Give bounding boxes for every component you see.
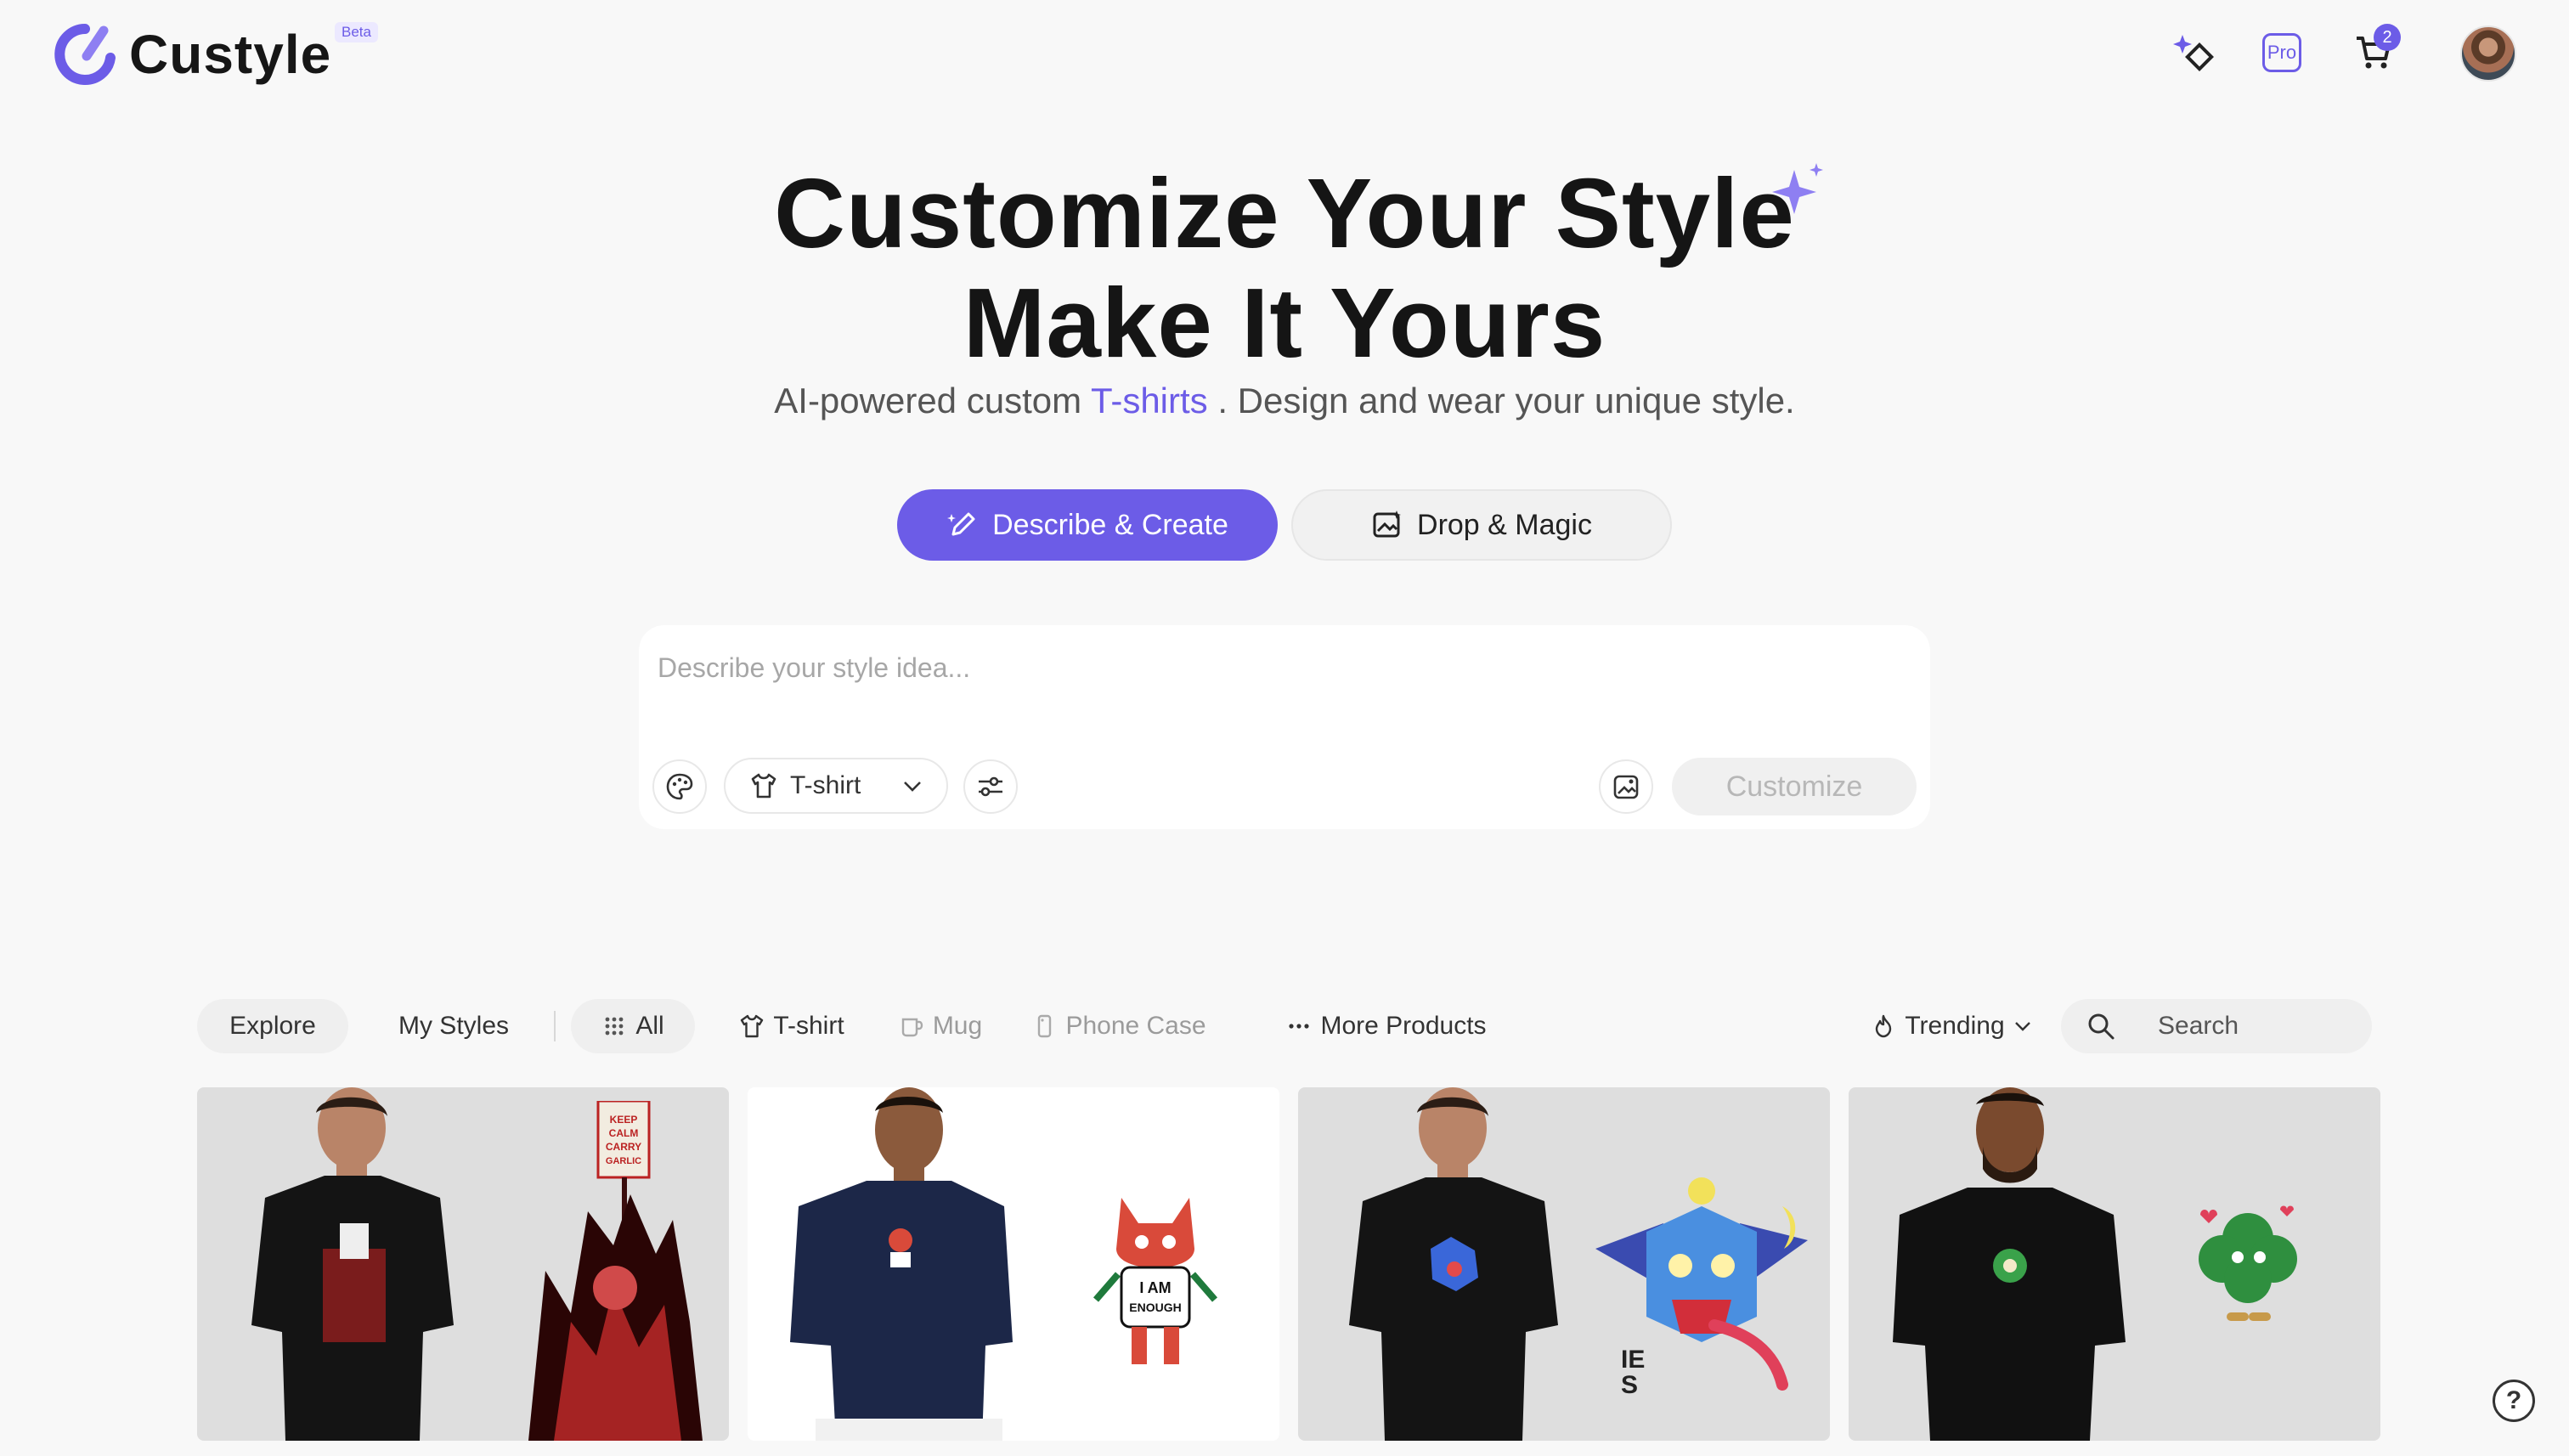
cart-button[interactable]: 2: [2346, 24, 2401, 80]
design-artwork: IE S: [1595, 1177, 1808, 1399]
describe-create-label: Describe & Create: [992, 508, 1228, 541]
subtitle-product-link[interactable]: T-shirts: [1091, 381, 1208, 420]
design-artwork: [2199, 1205, 2297, 1321]
filter-all[interactable]: All: [571, 999, 695, 1053]
subtitle-pre: AI-powered custom: [774, 381, 1091, 420]
filter-tshirt-label: T-shirt: [773, 1012, 844, 1040]
magic-sparkle-button[interactable]: [2166, 25, 2221, 80]
tab-explore[interactable]: Explore: [197, 999, 348, 1053]
hero-title-line2: Make It Yours: [963, 268, 1606, 378]
chevron-down-icon: [2014, 1022, 2030, 1031]
magic-sparkle-icon: [2173, 35, 2214, 71]
design-artwork: KEEP CALM CARRY GARLIC: [528, 1101, 703, 1441]
svg-text:KEEP: KEEP: [610, 1114, 638, 1126]
brand-name: Custyle: [129, 24, 332, 85]
gallery-search[interactable]: Search: [2061, 999, 2372, 1053]
svg-text:I AM: I AM: [1139, 1279, 1171, 1296]
avatar[interactable]: [2460, 25, 2516, 82]
tab-my-styles[interactable]: My Styles: [377, 999, 530, 1053]
style-idea-input[interactable]: [658, 642, 1847, 693]
model-photo: [1349, 1087, 1558, 1441]
search-placeholder: Search: [2158, 1012, 2239, 1040]
settings-sliders-button[interactable]: [963, 759, 1018, 814]
help-button[interactable]: ?: [2493, 1380, 2535, 1422]
image-upload-icon: [1613, 775, 1639, 799]
filter-tshirt[interactable]: T-shirt: [707, 999, 877, 1053]
pro-icon: Pro: [2262, 33, 2301, 72]
cart-count-badge: 2: [2374, 24, 2401, 51]
svg-text:S: S: [1621, 1371, 1638, 1399]
hero-title-line1: Customize Your Style: [774, 158, 1795, 268]
design-card[interactable]: KEEP CALM CARRY GARLIC: [197, 1087, 729, 1441]
phone-case-icon: [1038, 1014, 1052, 1038]
describe-create-button[interactable]: Describe & Create: [897, 489, 1278, 561]
model-photo: [790, 1087, 1013, 1441]
palette-icon: [666, 773, 693, 800]
svg-text:CARRY: CARRY: [606, 1141, 641, 1153]
design-card[interactable]: IE S: [1298, 1087, 1830, 1441]
beta-badge: Beta: [335, 22, 378, 42]
logo-mark-icon: [54, 24, 116, 85]
pen-sparkle-icon: [947, 512, 975, 536]
style-palette-button[interactable]: [652, 759, 707, 814]
hero-subtitle: AI-powered custom T-shirts . Design and …: [0, 381, 2569, 421]
subtitle-post: . Design and wear your unique style.: [1207, 381, 1795, 420]
design-card[interactable]: [1849, 1087, 2380, 1441]
filter-more-products[interactable]: More Products: [1251, 999, 1522, 1053]
chevron-down-icon: [904, 782, 921, 792]
model-photo: [1893, 1087, 2126, 1441]
upload-image-button[interactable]: [1599, 759, 1653, 814]
divider: [554, 1011, 556, 1041]
svg-text:GARLIC: GARLIC: [606, 1156, 641, 1166]
product-type-select[interactable]: T-shirt: [724, 758, 948, 814]
svg-text:IE: IE: [1621, 1346, 1645, 1374]
filter-all-label: All: [635, 1012, 664, 1040]
filter-more-label: More Products: [1320, 1012, 1487, 1040]
sliders-icon: [979, 776, 1002, 797]
filter-phone-case-label: Phone Case: [1065, 1012, 1206, 1040]
grid-dots-icon: [605, 1017, 624, 1036]
search-icon: [2088, 1013, 2114, 1040]
filter-mug-label: Mug: [932, 1012, 983, 1040]
svg-text:ENOUGH: ENOUGH: [1129, 1301, 1181, 1314]
pro-button[interactable]: Pro: [2255, 25, 2309, 80]
explore-toolbar: Explore My Styles All T-shirt Mug Phone …: [197, 999, 2372, 1053]
sort-label: Trending: [1905, 1012, 2005, 1040]
brand-logo[interactable]: Custyle: [53, 22, 331, 87]
sparkle-icon: [1772, 163, 1823, 214]
customize-button[interactable]: Customize: [1672, 758, 1917, 815]
tshirt-icon: [751, 773, 776, 799]
svg-text:CALM: CALM: [609, 1127, 639, 1139]
filter-mug[interactable]: Mug: [877, 999, 1004, 1053]
prompt-panel: T-shirt Customize: [639, 625, 1930, 829]
product-type-value: T-shirt: [790, 771, 861, 799]
model-photo: [251, 1087, 454, 1441]
drop-magic-label: Drop & Magic: [1417, 508, 1592, 541]
more-dots-icon: [1289, 1024, 1310, 1029]
drop-magic-button[interactable]: Drop & Magic: [1291, 489, 1672, 561]
flame-icon: [1876, 1014, 1892, 1038]
mug-icon: [901, 1018, 923, 1037]
sort-trending-dropdown[interactable]: Trending: [1859, 999, 2046, 1053]
design-card[interactable]: I AM ENOUGH: [748, 1087, 1279, 1441]
image-magic-icon: [1373, 511, 1402, 538]
filter-phone-case[interactable]: Phone Case: [1004, 999, 1234, 1053]
design-artwork: I AM ENOUGH: [1093, 1198, 1218, 1364]
tshirt-icon: [741, 1014, 764, 1038]
